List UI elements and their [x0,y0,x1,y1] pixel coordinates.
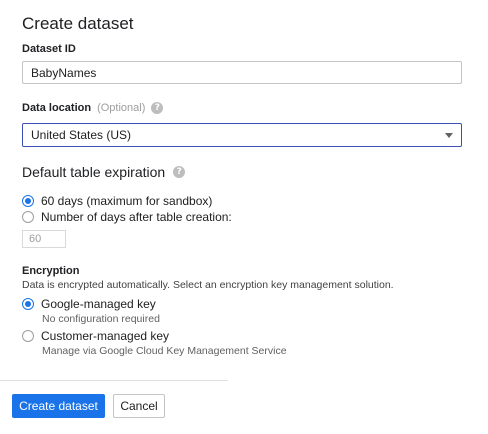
encryption-option-helper: No configuration required [42,313,160,325]
help-icon[interactable]: ? [173,166,186,178]
expiration-heading: Default table expiration [22,164,166,180]
encryption-option-label: Customer-managed key [41,329,170,343]
dataset-id-label: Dataset ID [22,43,76,55]
data-location-select[interactable]: United States (US) [22,123,462,147]
dataset-id-input[interactable] [22,61,462,84]
encryption-option-label: Google-managed key [41,297,156,311]
expiration-heading-row: Default table expiration ? [22,164,186,180]
cancel-button[interactable]: Cancel [113,394,165,418]
data-location-label: Data location [22,102,92,114]
radio-button[interactable] [22,298,34,310]
expiration-option-custom-days[interactable]: Number of days after table creation: [22,210,232,224]
encryption-option-customer-managed[interactable]: Customer-managed key [22,329,169,343]
expiration-option-label: Number of days after table creation: [41,210,232,224]
create-dataset-button[interactable]: Create dataset [12,394,105,418]
data-location-selected: United States (US) [31,128,132,142]
encryption-label: Encryption [22,265,80,277]
divider [0,380,228,381]
dialog-title: Create dataset [22,14,134,33]
radio-button[interactable] [22,195,34,207]
radio-button[interactable] [22,211,34,223]
days-input-placeholder: 60 [29,233,42,245]
radio-button[interactable] [22,330,34,342]
encryption-option-helper: Manage via Google Cloud Key Management S… [42,345,287,357]
days-input[interactable]: 60 [22,230,66,248]
help-icon[interactable]: ? [151,102,164,114]
chevron-down-icon [445,132,453,138]
expiration-option-label: 60 days (maximum for sandbox) [41,194,213,208]
encryption-description: Data is encrypted automatically. Select … [22,279,394,291]
data-location-label-row: Data location (Optional) ? [22,102,164,114]
optional-tag: (Optional) [97,102,146,114]
expiration-option-60-days[interactable]: 60 days (maximum for sandbox) [22,194,212,208]
encryption-option-google-managed[interactable]: Google-managed key [22,297,156,311]
